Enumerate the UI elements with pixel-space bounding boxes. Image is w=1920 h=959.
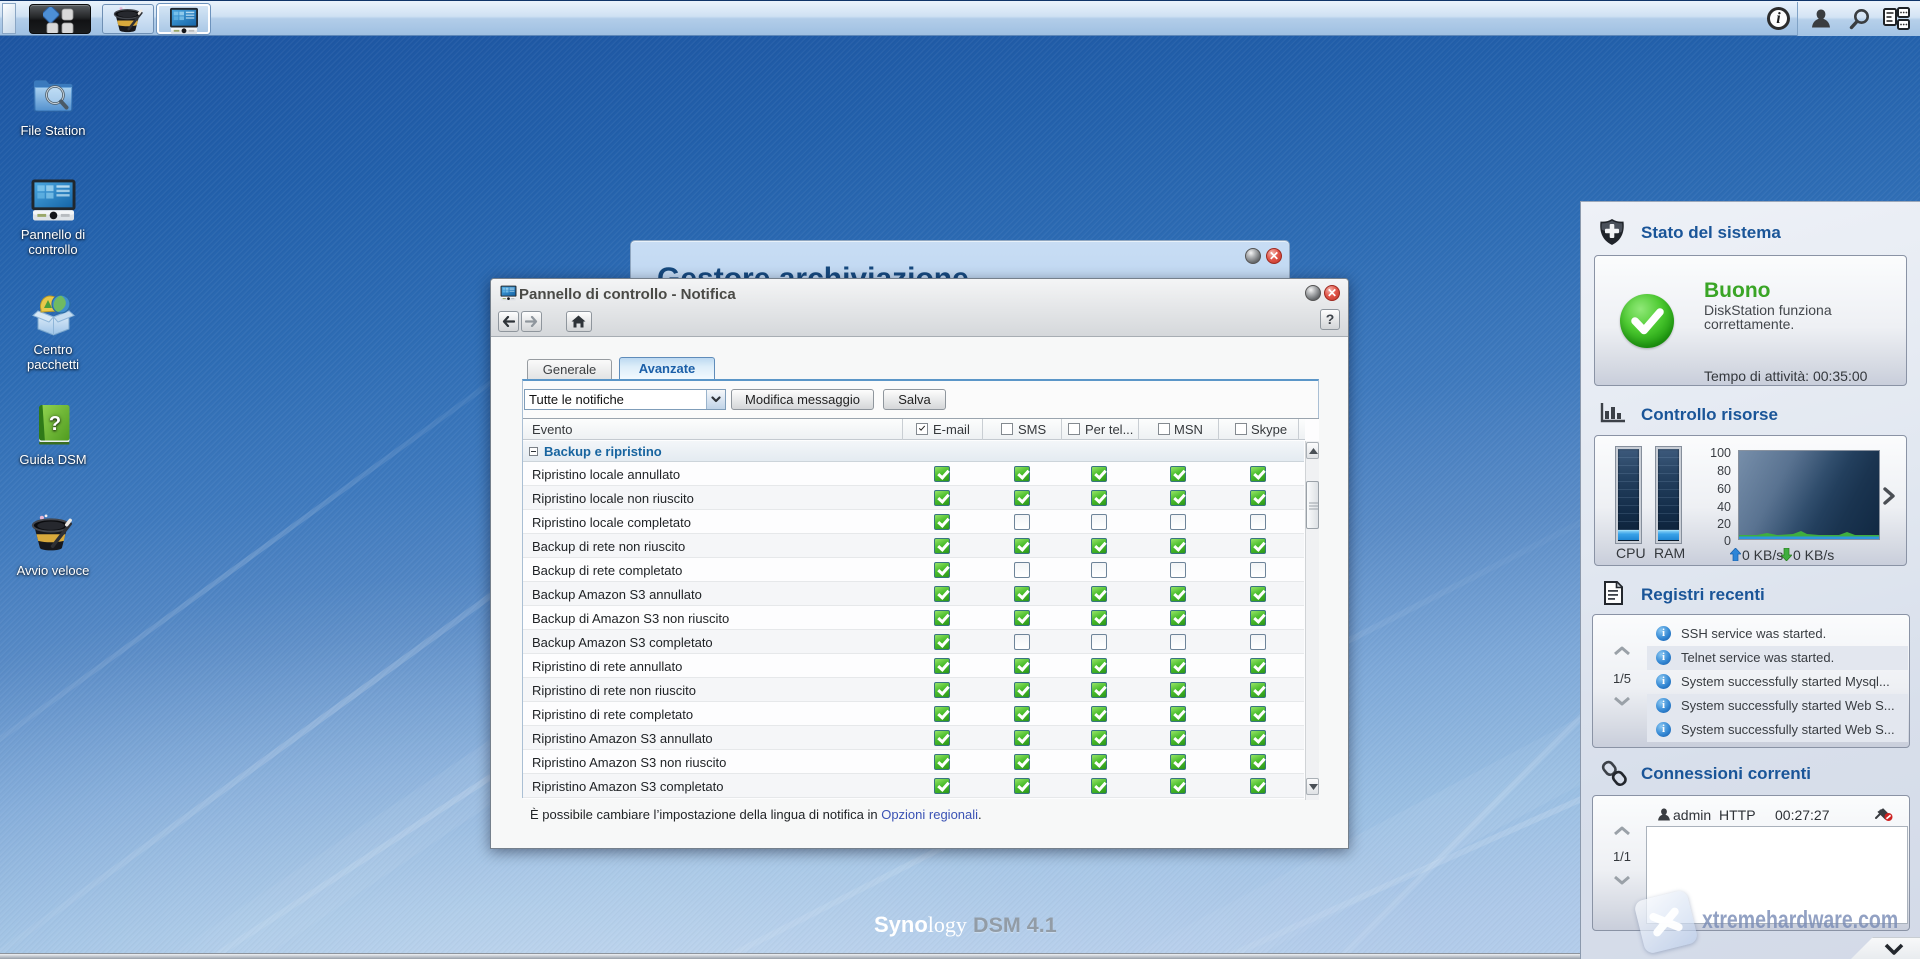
svg-text:?: ?	[48, 413, 60, 435]
